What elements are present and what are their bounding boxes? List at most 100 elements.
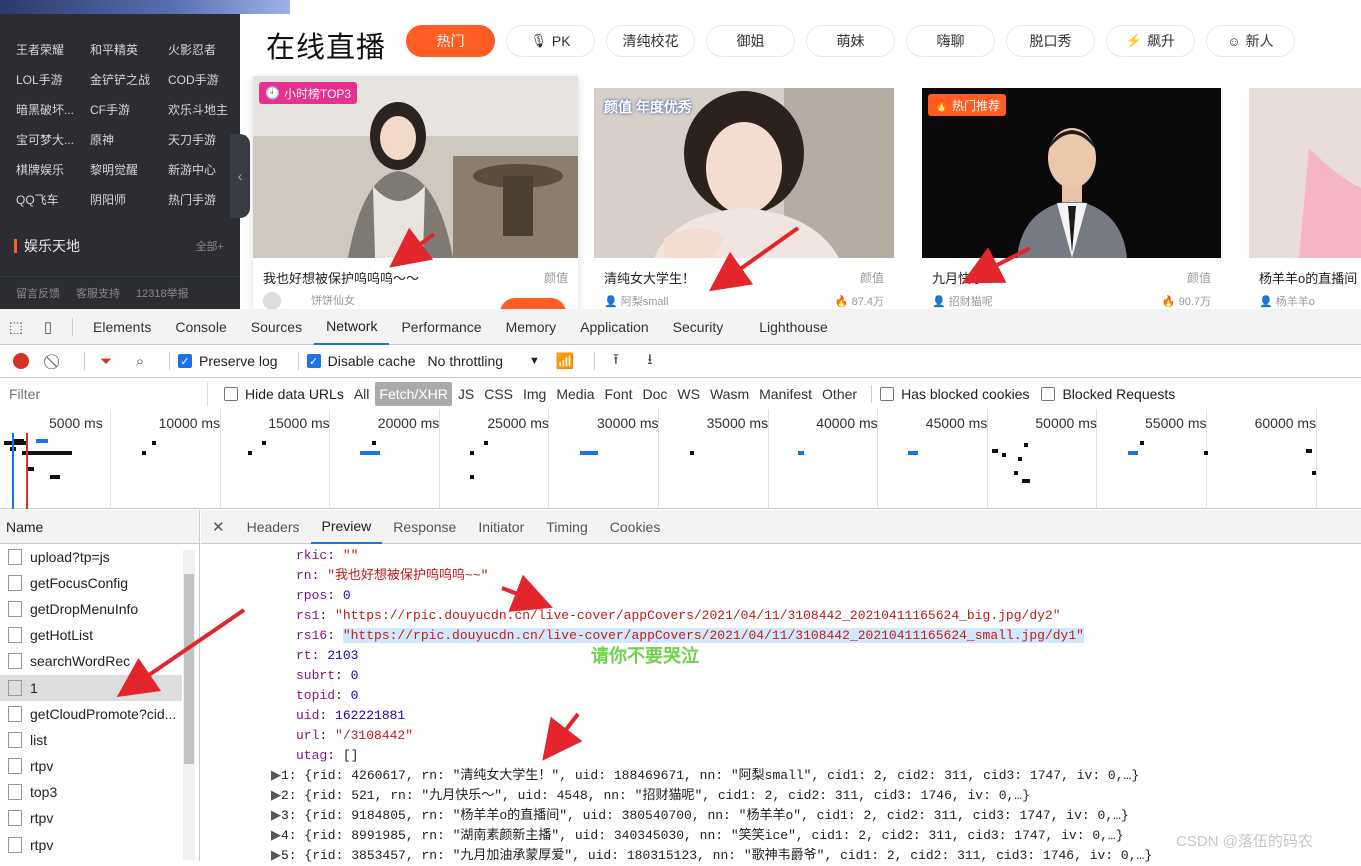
category-item[interactable]: COD手游 [156,71,234,88]
tab-sources[interactable]: Sources [239,309,314,345]
tab-lighthouse[interactable]: Lighthouse [747,309,840,345]
blocked-requests-checkbox[interactable]: Blocked Requests [1041,386,1175,402]
tag-filter[interactable]: ⚡ 飙升 [1106,25,1195,57]
stream-category[interactable]: 颜值 [1187,269,1211,286]
tab-network[interactable]: Network [314,309,390,345]
preserve-log-checkbox[interactable]: ✓ Preserve log [178,353,278,369]
name-column-header[interactable]: Name [0,510,199,544]
scrollbar-thumb[interactable] [184,574,194,764]
tab-security[interactable]: Security [661,309,736,345]
filter-type-img[interactable]: Img [519,382,550,406]
json-field[interactable]: subrt: 0 [201,666,1361,686]
request-row[interactable]: searchWordRec [0,649,182,675]
json-field[interactable]: utag: [] [201,746,1361,766]
request-row[interactable]: getDropMenuInfo [0,596,182,622]
filter-type-media[interactable]: Media [552,382,598,406]
detail-tab-response[interactable]: Response [382,510,467,544]
json-array-item[interactable]: ▶2: {rid: 521, rn: "九月快乐～", uid: 4548, n… [201,786,1361,806]
report-link[interactable]: 12318举报 [136,285,189,301]
tag-filter[interactable]: ☺ 新人 [1206,25,1295,57]
category-item[interactable]: 和平精英 [78,41,156,58]
stream-card[interactable]: 杨羊羊o的直播间 👤 杨羊羊o [1249,88,1361,309]
disable-cache-checkbox[interactable]: ✓ Disable cache [306,353,416,369]
has-blocked-cookies-checkbox[interactable]: Has blocked cookies [880,386,1029,402]
tab-application[interactable]: Application [568,309,661,345]
stream-category[interactable]: 颜值 [860,269,884,286]
expand-triangle-icon[interactable]: ▶ [271,766,281,786]
scrollbar[interactable] [183,550,195,860]
category-item[interactable]: 黎明觉醒 [78,161,156,178]
category-item[interactable]: 原神 [78,131,156,148]
category-item[interactable]: 热门手游 [156,191,234,208]
filter-type-all[interactable]: All [350,382,374,406]
json-field[interactable]: uid: 162221881 [201,706,1361,726]
close-icon[interactable]: ✕ [201,510,236,544]
detail-tab-initiator[interactable]: Initiator [467,510,535,544]
category-item[interactable]: 火影忍者 [156,41,234,58]
filter-type-font[interactable]: Font [600,382,636,406]
tag-filter[interactable]: 御姐 [706,25,795,57]
stream-title[interactable]: 九月快乐～ [932,268,997,287]
tab-elements[interactable]: Elements [81,309,163,345]
filter-type-doc[interactable]: Doc [639,382,672,406]
stream-title[interactable]: 我也好想被保护呜呜呜～～ [263,268,419,287]
filter-type-fetchxhr[interactable]: Fetch/XHR [375,382,452,406]
category-item[interactable]: QQ飞车 [0,191,78,208]
json-field[interactable]: rs16: "https://rpic.douyucdn.cn/live-cov… [201,626,1361,646]
streamer-name[interactable]: 👤 杨羊羊o [1259,293,1315,309]
category-item[interactable]: LOL手游 [0,71,78,88]
category-item[interactable]: 欢乐斗地主 [156,101,234,118]
request-row[interactable]: rtpv [0,832,182,858]
expand-triangle-icon[interactable]: ▶ [271,846,281,866]
filter-type-manifest[interactable]: Manifest [755,382,816,406]
streamer-name[interactable]: 饼饼仙女 [263,292,355,309]
detail-tab-timing[interactable]: Timing [535,510,599,544]
stream-title[interactable]: 清纯女大学生！ [604,268,695,287]
category-item[interactable]: 宝可梦大... [0,131,78,148]
json-array-item[interactable]: ▶3: {rid: 9184805, rn: "杨羊羊o的直播间", uid: … [201,806,1361,826]
clear-button[interactable]: ⃠ [42,348,68,374]
category-item[interactable]: 暗黑破坏... [0,101,78,118]
collapse-sidebar-button[interactable]: ‹ [230,134,250,218]
support-link[interactable]: 客服支持 [76,285,120,301]
tag-filter[interactable]: 脱口秀 [1006,25,1095,57]
filter-type-js[interactable]: JS [454,382,478,406]
filter-icon[interactable]: ⏷ [93,348,119,374]
request-row[interactable]: rtpv [0,806,182,832]
feedback-link[interactable]: 留言反馈 [16,285,60,301]
streamer-name[interactable]: 👤 阿梨small [604,293,668,309]
category-item[interactable]: 天刀手游 [156,131,234,148]
hide-data-urls-checkbox[interactable]: Hide data URLs [224,386,344,402]
json-field[interactable]: rn: "我也好想被保护呜呜呜~~" [201,566,1361,586]
detail-tab-headers[interactable]: Headers [236,510,311,544]
json-array-item[interactable]: ▶1: {rid: 4260617, rn: "清纯女大学生！", uid: 1… [201,766,1361,786]
category-item[interactable]: 金铲铲之战 [78,71,156,88]
filter-type-wasm[interactable]: Wasm [706,382,753,406]
expand-triangle-icon[interactable]: ▶ [271,786,281,806]
device-toolbar-icon[interactable]: ▯ [32,309,64,345]
tag-filter[interactable]: 🎙 PK [506,25,595,57]
request-row[interactable]: top3 [0,780,182,806]
request-row[interactable]: getCloudPromote?cid... [0,701,182,727]
json-field[interactable]: rkic: "" [201,546,1361,566]
request-row[interactable]: list [0,727,182,753]
tab-console[interactable]: Console [163,309,238,345]
tag-filter[interactable]: 嗨聊 [906,25,995,57]
throttling-select[interactable]: No throttling ▼ [428,353,540,369]
request-row[interactable]: getHotList [0,623,182,649]
inspect-element-icon[interactable]: ⬚ [0,309,32,345]
network-overview-timeline[interactable]: 5000 ms 10000 ms 15000 ms 20000 ms 25000 ms 3… [0,409,1361,509]
expand-triangle-icon[interactable]: ▶ [271,806,281,826]
tab-performance[interactable]: Performance [389,309,493,345]
expand-triangle-icon[interactable]: ▶ [271,826,281,846]
stream-card[interactable]: 颜值 年度优秀 清纯女大学生！ 颜值 👤 阿梨small 🔥 87.4万 [594,88,894,309]
filter-type-ws[interactable]: WS [673,382,704,406]
filter-type-css[interactable]: CSS [480,382,517,406]
streamer-name[interactable]: 👤 招财猫呢 [932,293,993,309]
tag-hot[interactable]: 热门 [406,25,495,57]
tab-memory[interactable]: Memory [494,309,569,345]
request-row[interactable]: rtpv [0,754,182,780]
detail-tab-preview[interactable]: Preview [310,510,383,544]
json-field[interactable]: topid: 0 [201,686,1361,706]
network-conditions-icon[interactable]: 📶 [552,348,578,374]
